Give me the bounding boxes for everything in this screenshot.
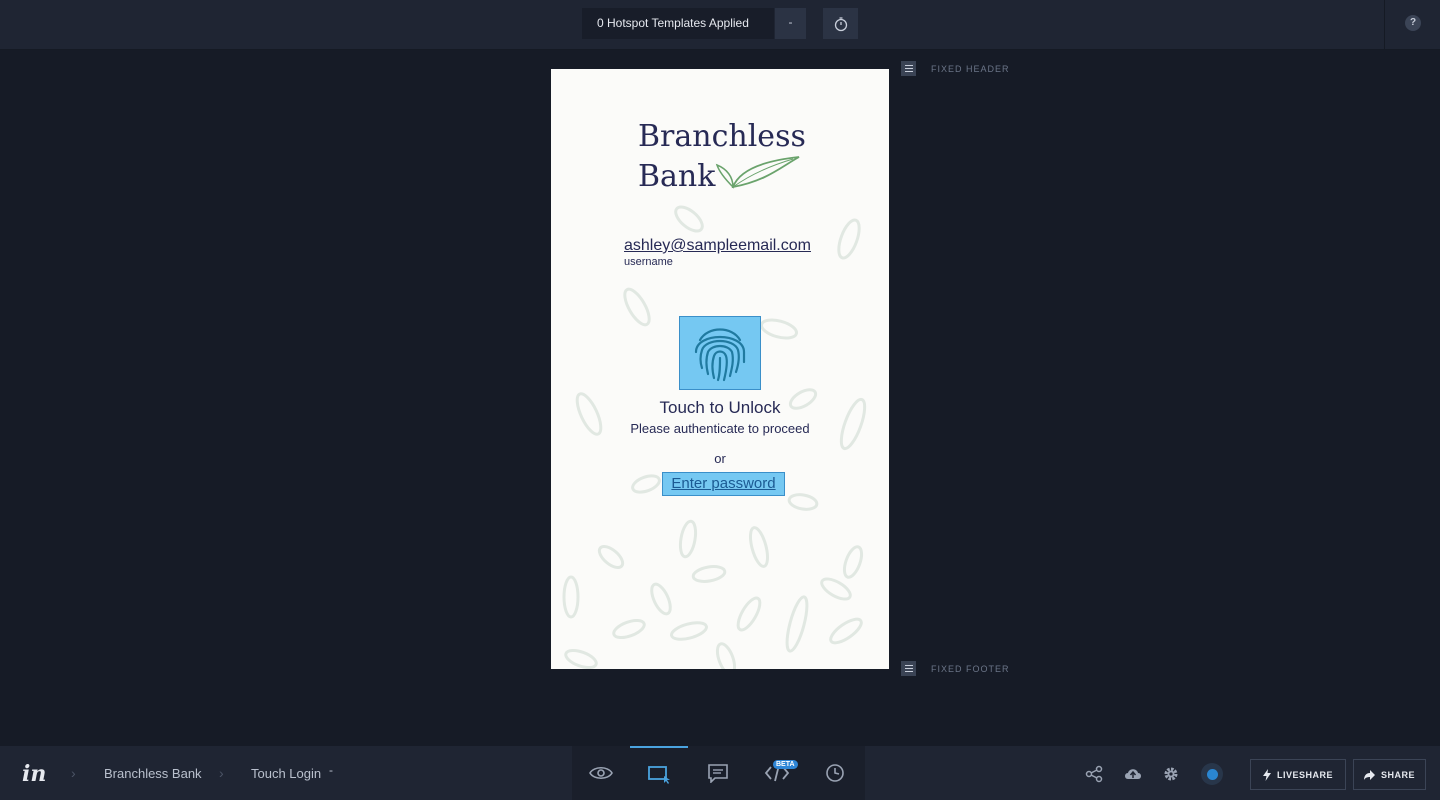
cloud-sync-icon (1125, 769, 1141, 779)
share-label: SHARE (1380, 769, 1415, 780)
topbar-divider (1384, 0, 1385, 50)
screen-dropdown-caret[interactable]: - (329, 763, 333, 777)
top-toolbar: 0 Hotspot Templates Applied - ? (0, 0, 1440, 50)
sync-button[interactable] (1123, 764, 1143, 784)
comment-icon (708, 764, 728, 783)
settings-button[interactable] (1161, 764, 1181, 784)
hotspot-templates-button[interactable]: 0 Hotspot Templates Applied (582, 8, 774, 39)
share-arrow-icon (1363, 769, 1375, 780)
liveshare-button[interactable]: LIVESHARE (1250, 759, 1346, 790)
lightning-icon (1262, 768, 1271, 781)
beta-badge: BETA (773, 760, 798, 769)
hotspot-templates-dropdown[interactable]: - (775, 8, 806, 39)
liveshare-label: LIVESHARE (1276, 769, 1333, 780)
fixed-header-label: FIXED HEADER (931, 64, 1010, 74)
menu-icon (904, 65, 913, 66)
share-nodes-icon (1085, 765, 1103, 783)
share-button[interactable]: SHARE (1353, 759, 1426, 790)
build-hotspot-icon (648, 766, 670, 784)
prototype-screen: Branchless Bank ashley@sampleemail.com u… (551, 69, 889, 669)
presence-indicator[interactable] (1201, 763, 1223, 785)
help-icon[interactable]: ? (1405, 15, 1421, 31)
logo-leaf-icon (715, 156, 800, 189)
username-label: username (624, 256, 673, 268)
fixed-header-handle[interactable] (901, 61, 916, 76)
preview-eye-icon (589, 766, 613, 780)
fingerprint-hotspot[interactable] (679, 316, 761, 390)
touch-to-unlock-title: Touch to Unlock (659, 398, 781, 417)
timer-button[interactable] (823, 8, 858, 39)
menu-icon (904, 665, 913, 666)
fixed-footer-handle[interactable] (901, 661, 916, 676)
logo-line-2: Bank (638, 159, 716, 194)
chevron-right-icon: › (71, 765, 76, 781)
inspect-mode-button[interactable] (748, 746, 806, 800)
gear-icon (1164, 767, 1178, 781)
build-mode-button[interactable] (630, 746, 688, 800)
fixed-footer-label: FIXED FOOTER (931, 664, 1010, 674)
fingerprint-icon (694, 328, 746, 382)
preview-mode-button[interactable] (572, 746, 630, 800)
share-nodes-button[interactable] (1084, 764, 1104, 784)
comment-mode-button[interactable] (689, 746, 747, 800)
bottom-toolbar: in › Branchless Bank › Touch Login - BET… (0, 746, 1440, 800)
timer-icon (834, 16, 847, 31)
invision-logo[interactable]: in (22, 761, 46, 787)
history-mode-button[interactable] (806, 746, 864, 800)
username-value[interactable]: ashley@sampleemail.com (624, 237, 811, 255)
enter-password-hotspot[interactable]: Enter password (662, 472, 785, 496)
touch-subtitle: Please authenticate to proceed (630, 421, 810, 436)
chevron-right-icon: › (219, 765, 224, 781)
breadcrumb-project[interactable]: Branchless Bank (104, 766, 202, 781)
history-clock-icon (826, 764, 844, 782)
or-separator: or (714, 451, 726, 466)
breadcrumb-screen[interactable]: Touch Login (251, 766, 321, 781)
